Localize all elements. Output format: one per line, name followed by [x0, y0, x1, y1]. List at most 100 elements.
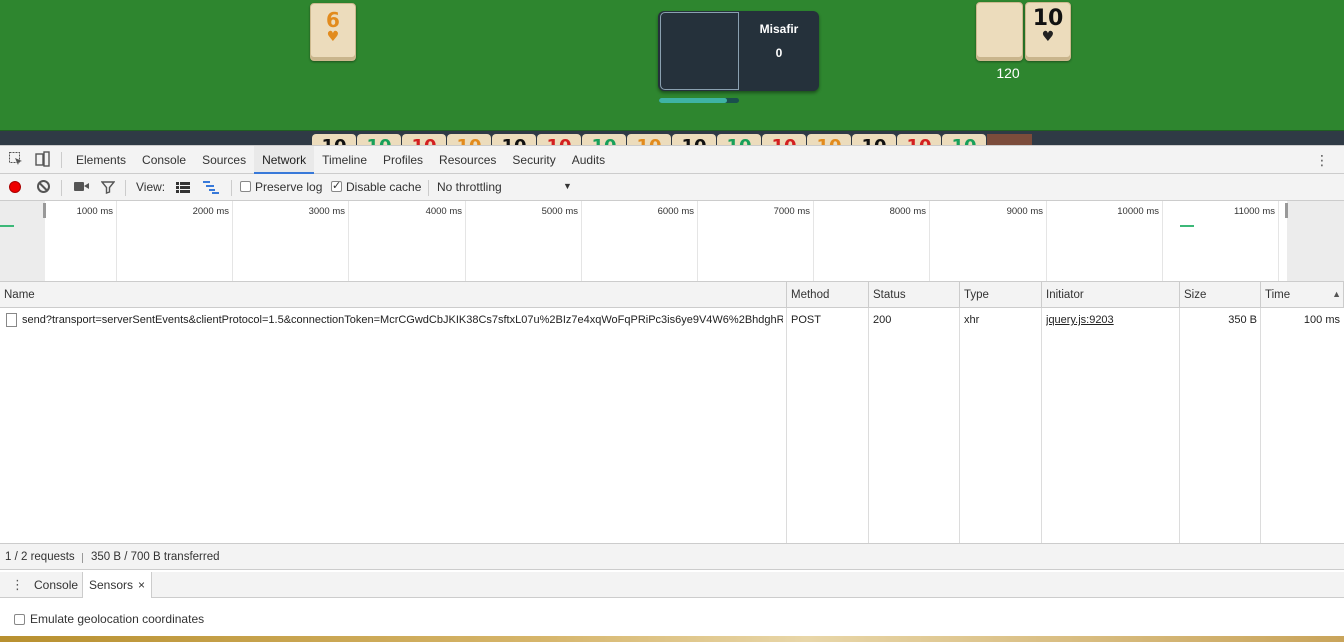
sort-arrow-icon[interactable]: ▲ — [1332, 289, 1341, 299]
rack-tile-number: 10 — [762, 138, 806, 146]
column-header-size[interactable]: Size — [1180, 282, 1261, 308]
tab-resources[interactable]: Resources — [431, 146, 504, 174]
cell-time: 100 ms — [1303, 314, 1340, 326]
rack-tile-number: 10 — [492, 138, 536, 146]
devtools-tabs: Elements Console Sources Network Timeline Pro… — [68, 146, 613, 174]
more-options-icon[interactable]: ⋮ — [1315, 152, 1329, 169]
filter-icon[interactable] — [100, 180, 116, 194]
rack-tile-number: 10 — [672, 138, 716, 146]
indicator-tile[interactable]: 10 ♥ — [1025, 2, 1071, 61]
overview-tick-label: 3000 ms — [308, 206, 345, 217]
turn-timer-bar — [659, 98, 739, 103]
player-rack: 101010101010101010101010101010 — [312, 134, 1032, 145]
dropdown-arrow-icon[interactable]: ▼ — [563, 181, 572, 191]
column-header-method[interactable]: Method — [787, 282, 869, 308]
overview-left-handle[interactable] — [43, 203, 46, 218]
overview-gridline — [348, 201, 349, 281]
drawer-tab-sensors[interactable]: Sensors × — [82, 572, 153, 598]
table-row[interactable]: send?transport=serverSentEvents&clientPr… — [0, 309, 1344, 331]
column-header-name[interactable]: Name — [0, 282, 787, 308]
rack-tile[interactable]: 10 — [717, 134, 761, 145]
overview-left-shade — [0, 201, 45, 281]
disable-cache-checkbox[interactable] — [331, 179, 342, 192]
rack-tile[interactable]: 10 — [402, 134, 446, 145]
table-header: Name Method Status Type Initiator Size Time ▲ — [0, 282, 1344, 308]
request-count: 1 / 2 requests — [5, 551, 75, 563]
rack-tile[interactable]: 10 — [627, 134, 671, 145]
rack-tile-number: 10 — [537, 138, 581, 146]
drawer-menu-icon[interactable]: ⋮ — [11, 577, 24, 593]
device-mode-icon[interactable] — [34, 151, 50, 167]
column-header-initiator[interactable]: Initiator — [1042, 282, 1180, 308]
opponent-discard-tile[interactable]: 6 ♥ — [310, 3, 356, 61]
devtools-panel: Elements Console Sources Network Timeline Pro… — [0, 145, 1344, 642]
overview-right-handle[interactable] — [1285, 203, 1288, 218]
overview-gridline — [1278, 201, 1279, 281]
emulate-geolocation-checkbox[interactable] — [14, 614, 25, 625]
close-icon[interactable]: × — [138, 578, 145, 592]
rack-tile[interactable]: 10 — [582, 134, 626, 145]
rack-tile[interactable]: 10 — [807, 134, 851, 145]
rack-tile-number: 10 — [312, 138, 356, 146]
network-status-bar: 1 / 2 requests 350 B / 700 B transferred — [0, 543, 1344, 570]
inspect-element-icon[interactable] — [8, 151, 24, 167]
rack-tile[interactable]: 10 — [537, 134, 581, 145]
overview-tick-label: 11000 ms — [1233, 206, 1275, 217]
rack-tile[interactable]: 10 — [672, 134, 716, 145]
player-score: 0 — [775, 46, 783, 60]
turn-timer-fill — [659, 98, 727, 103]
rack-tile[interactable]: 10 — [357, 134, 401, 145]
cell-type: xhr — [964, 314, 980, 326]
pile-count: 120 — [996, 65, 1020, 81]
rack-tile[interactable]: 10 — [852, 134, 896, 145]
file-icon — [6, 313, 17, 327]
rack-tile-number: 10 — [402, 138, 446, 146]
rack-edge — [987, 134, 1032, 145]
overview-gridline — [465, 201, 466, 281]
rack-tile-number: 10 — [942, 138, 986, 146]
capture-screenshots-icon[interactable] — [74, 182, 84, 191]
rack-tile-number: 10 — [717, 138, 761, 146]
tab-console[interactable]: Console — [134, 146, 194, 174]
overview-tick-label: 2000 ms — [192, 206, 229, 217]
tab-security[interactable]: Security — [504, 146, 563, 174]
tab-sources[interactable]: Sources — [194, 146, 254, 174]
tab-profiles[interactable]: Profiles — [375, 146, 431, 174]
tile-number: 10 — [1032, 6, 1064, 31]
rack-tile-number: 10 — [627, 138, 671, 146]
game-table: 6 ♥ Misafir 0 10 ♥ 120 — [0, 0, 1344, 131]
tab-timeline[interactable]: Timeline — [314, 146, 375, 174]
tab-network[interactable]: Network — [254, 146, 315, 174]
drawer-tab-console[interactable]: Console — [28, 572, 84, 598]
tab-elements[interactable]: Elements — [68, 146, 134, 174]
cell-size: 350 B — [1228, 314, 1257, 326]
rack-tile[interactable]: 10 — [447, 134, 491, 145]
request-bar — [1180, 225, 1194, 227]
toolbar-separator — [125, 180, 126, 196]
column-header-status[interactable]: Status — [869, 282, 960, 308]
rack-tile[interactable]: 10 — [942, 134, 986, 145]
tab-audits[interactable]: Audits — [564, 146, 613, 174]
cell-initiator[interactable]: jquery.js:9203 — [1046, 309, 1176, 331]
rack-tile[interactable]: 10 — [312, 134, 356, 145]
overview-view-icon[interactable] — [203, 181, 219, 194]
overview-gridline — [1162, 201, 1163, 281]
record-icon[interactable] — [9, 181, 21, 193]
network-overview[interactable]: 1000 ms 2000 ms 3000 ms 4000 ms 5000 ms 6000 … — [0, 201, 1344, 282]
rack-tile[interactable]: 10 — [762, 134, 806, 145]
column-header-type[interactable]: Type — [960, 282, 1042, 308]
throttling-select[interactable]: No throttling — [437, 180, 502, 194]
overview-tick-label: 8000 ms — [889, 206, 926, 217]
cell-name: send?transport=serverSentEvents&clientPr… — [22, 314, 783, 326]
rack-tile-number: 10 — [357, 138, 401, 146]
drawer-tab-label: Sensors — [89, 578, 134, 592]
rack-tile[interactable]: 10 — [897, 134, 941, 145]
overview-tick-label: 10000 ms — [1117, 206, 1159, 217]
draw-pile-tile[interactable] — [976, 2, 1023, 61]
column-divider — [868, 308, 869, 543]
overview-tick-label: 5000 ms — [541, 206, 578, 217]
rack-tile[interactable]: 10 — [492, 134, 536, 145]
list-view-icon[interactable] — [176, 182, 190, 193]
preserve-log-checkbox[interactable] — [240, 181, 251, 192]
clear-icon[interactable] — [37, 180, 50, 193]
